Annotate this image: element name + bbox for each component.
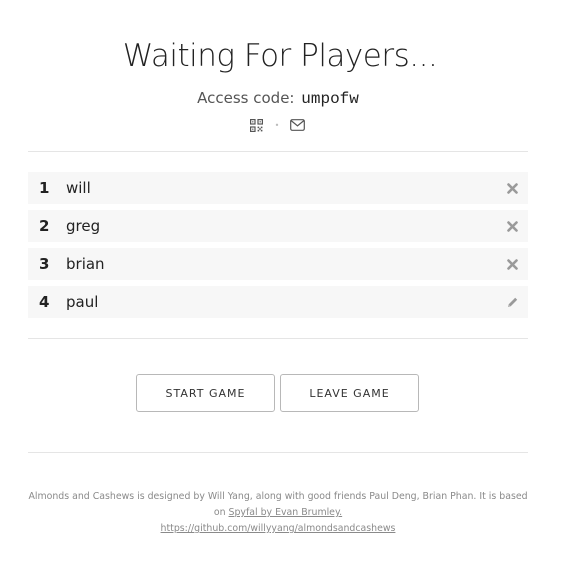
start-game-button[interactable]: START GAME (136, 374, 275, 412)
access-code-value: umpofw (301, 90, 359, 108)
player-name: paul (66, 293, 99, 311)
divider-middle (28, 338, 528, 339)
remove-icon[interactable] (504, 256, 520, 272)
player-number: 1 (39, 179, 50, 197)
player-row: 2 greg (28, 210, 528, 242)
player-row: 1 will (28, 172, 528, 204)
player-number: 4 (39, 293, 50, 311)
divider-top (28, 151, 528, 152)
page-title: Waiting For Players... (122, 38, 438, 74)
github-repo-link[interactable]: https://github.com/willyyang/almondsandc… (161, 523, 396, 534)
player-list: 1 will 2 greg 3 brian 4 paul (28, 172, 528, 324)
leave-game-button[interactable]: LEAVE GAME (280, 374, 419, 412)
access-code-label: Access code: (197, 89, 295, 107)
lobby-page: Waiting For Players... Access code: umpo… (0, 0, 577, 579)
player-name: greg (66, 217, 101, 235)
footer: Almonds and Cashews is designed by Will … (28, 489, 528, 537)
remove-icon[interactable] (504, 218, 520, 234)
remove-icon[interactable] (504, 180, 520, 196)
player-number: 2 (39, 217, 50, 235)
mail-icon[interactable] (289, 117, 305, 133)
access-code-line: Access code: umpofw (0, 89, 556, 108)
share-separator: • (274, 120, 280, 130)
player-row: 3 brian (28, 248, 528, 280)
player-row: 4 paul (28, 286, 528, 318)
player-name: will (66, 179, 91, 197)
spyfall-link[interactable]: Spyfal by Evan Brumley. (229, 507, 343, 518)
game-actions: START GAME LEAVE GAME (136, 374, 419, 412)
qr-code-icon[interactable] (249, 117, 265, 133)
player-name: brian (66, 255, 105, 273)
edit-pencil-icon[interactable] (504, 294, 520, 310)
share-options: • (0, 117, 554, 133)
player-number: 3 (39, 255, 50, 273)
divider-bottom (28, 452, 528, 453)
